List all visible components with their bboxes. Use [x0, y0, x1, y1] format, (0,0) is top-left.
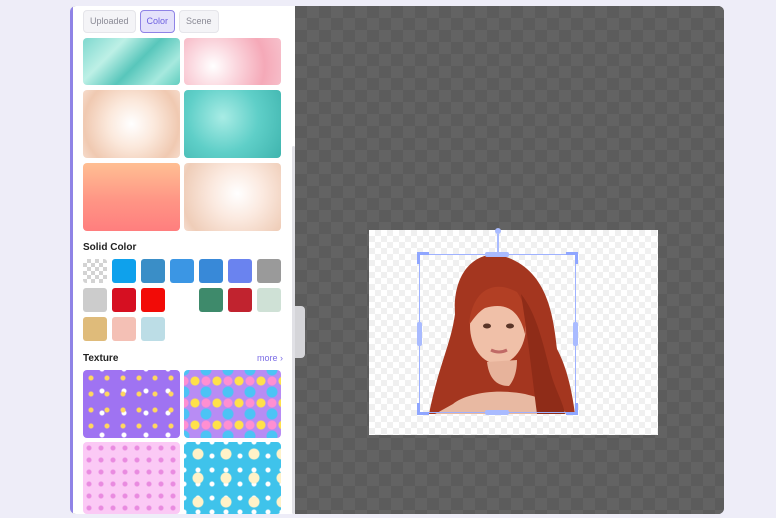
resize-handle-left[interactable] [417, 322, 422, 346]
panel-tabs: Uploaded Color Scene [83, 10, 219, 33]
swatch-color[interactable] [141, 259, 165, 283]
resize-handle-bottom[interactable] [485, 410, 509, 415]
swatch-color[interactable] [112, 317, 136, 341]
swatch-color[interactable] [228, 288, 252, 312]
resize-handle-top[interactable] [485, 252, 509, 257]
swatch-color[interactable] [141, 317, 165, 341]
rotate-handle-stem [497, 234, 499, 252]
solid-color-title: Solid Color [83, 242, 137, 253]
panel-collapse-handle[interactable] [295, 306, 305, 358]
background-panel: Uploaded Color Scene Solid Color Texture… [70, 6, 295, 514]
gradient-thumb-aqua-sparkle[interactable] [184, 90, 281, 158]
texture-thumb-pink-dots[interactable] [83, 442, 180, 514]
swatch-color[interactable] [199, 288, 223, 312]
resize-handle-bottom-right[interactable] [566, 403, 578, 415]
swatch-color[interactable] [83, 317, 107, 341]
resize-handle-top-left[interactable] [417, 252, 429, 264]
gradient-thumb-teal-swirl[interactable] [83, 38, 180, 85]
swatch-color[interactable] [141, 288, 165, 312]
swatch-color[interactable] [257, 288, 281, 312]
texture-thumb-purple-stars[interactable] [83, 370, 180, 438]
swatch-white[interactable] [170, 288, 194, 312]
tab-color[interactable]: Color [139, 10, 176, 33]
swatch-color[interactable] [112, 259, 136, 283]
gradient-thumb-peach-watercolor[interactable] [83, 90, 180, 158]
swatch-transparent[interactable] [83, 259, 107, 283]
gradient-thumb-pink-bokeh[interactable] [184, 38, 281, 85]
swatch-color[interactable] [170, 259, 194, 283]
gradient-thumb-coral-sunset[interactable] [83, 163, 180, 231]
texture-more-link[interactable]: more › [257, 353, 283, 363]
texture-thumb-bear-pattern[interactable] [184, 442, 281, 514]
editor-window: Uploaded Color Scene Solid Color Texture… [70, 6, 724, 514]
texture-thumb-flower-pattern[interactable] [184, 370, 281, 438]
texture-title: Texture [83, 353, 119, 364]
resize-handle-bottom-left[interactable] [417, 403, 429, 415]
swatch-color[interactable] [112, 288, 136, 312]
swatch-color[interactable] [257, 259, 281, 283]
selection-box [419, 254, 576, 413]
swatch-color[interactable] [228, 259, 252, 283]
gradient-thumb-cream-watercolor[interactable] [184, 163, 281, 231]
resize-handle-right[interactable] [573, 322, 578, 346]
tab-scene[interactable]: Scene [179, 10, 219, 33]
resize-handle-top-right[interactable] [566, 252, 578, 264]
tab-uploaded[interactable]: Uploaded [83, 10, 136, 33]
swatch-color[interactable] [199, 259, 223, 283]
swatch-color[interactable] [83, 288, 107, 312]
